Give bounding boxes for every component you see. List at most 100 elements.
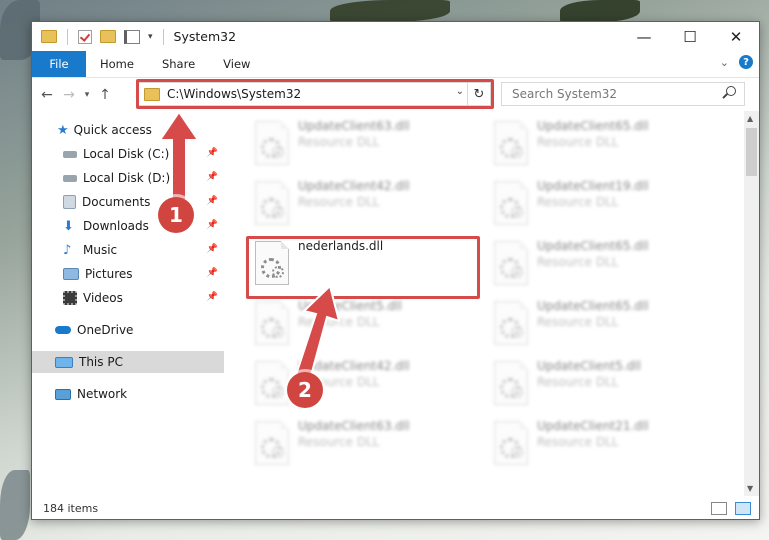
vertical-scrollbar[interactable]: ▲ ▼: [744, 111, 759, 496]
ribbon-tabs: File Home Share View ⌄ ?: [32, 51, 759, 78]
file-name: UpdateClient21.dll: [537, 419, 649, 433]
folder-icon: [41, 30, 57, 43]
sidebar-item-label: This PC: [79, 355, 123, 369]
quick-access-toolbar: ▾: [41, 28, 166, 45]
pictures-icon: [63, 268, 79, 280]
sidebar-item-label: Pictures: [85, 267, 133, 281]
file-item[interactable]: UpdateClient63.dll Resource DLL: [251, 119, 481, 175]
details-view-icon[interactable]: [711, 502, 727, 515]
divider: [67, 28, 68, 45]
pin-icon[interactable]: 📌: [207, 268, 218, 278]
tab-share[interactable]: Share: [148, 51, 209, 77]
file-item[interactable]: UpdateClient19.dll Resource DLL: [490, 179, 720, 235]
step-2-badge: 2: [287, 372, 323, 408]
drive-icon: [63, 174, 77, 182]
file-type: Resource DLL: [537, 435, 619, 449]
downloads-icon: ⬇: [63, 218, 74, 234]
sidebar-item-videos[interactable]: Videos 📌: [32, 287, 224, 309]
sidebar-item-downloads[interactable]: ⬇ Downloads 📌: [32, 215, 224, 237]
documents-icon: [63, 195, 76, 209]
new-folder-icon[interactable]: [100, 30, 116, 43]
file-name: UpdateClient5.dll: [537, 359, 641, 373]
computer-icon: [55, 356, 73, 368]
step-1-badge: 1: [158, 197, 194, 233]
file-item[interactable]: UpdateClient5.dll Resource DLL: [490, 359, 720, 415]
sidebar-item-onedrive[interactable]: OneDrive: [32, 319, 224, 341]
dll-file-icon: [494, 121, 528, 165]
customize-icon[interactable]: [124, 29, 140, 44]
back-arrow-icon[interactable]: ←: [38, 87, 56, 103]
file-type: Resource DLL: [298, 195, 380, 209]
sidebar-item-local-disk-d[interactable]: Local Disk (D:) 📌: [32, 167, 224, 189]
search-icon[interactable]: [726, 86, 736, 96]
file-list: UpdateClient63.dll Resource DLL UpdateCl…: [227, 111, 742, 496]
dll-file-icon: [494, 301, 528, 345]
pin-icon[interactable]: 📌: [207, 196, 218, 206]
chevron-down-icon[interactable]: ▾: [148, 32, 153, 42]
file-item[interactable]: UpdateClient42.dll Resource DLL: [251, 179, 481, 235]
forward-arrow-icon[interactable]: →: [60, 87, 78, 103]
dll-file-icon: [255, 301, 289, 345]
pin-icon[interactable]: 📌: [207, 244, 218, 254]
sidebar-item-this-pc[interactable]: This PC: [32, 351, 224, 373]
sidebar-item-label: Network: [77, 387, 128, 401]
tab-file[interactable]: File: [32, 51, 86, 77]
scrollbar-thumb[interactable]: [746, 128, 757, 176]
file-type: Resource DLL: [537, 195, 619, 209]
drive-icon: [63, 150, 77, 158]
file-name: UpdateClient5.dll: [298, 299, 402, 313]
sidebar-item-label: Local Disk (C:): [83, 147, 170, 161]
pin-icon[interactable]: 📌: [207, 172, 218, 182]
file-item[interactable]: UpdateClient21.dll Resource DLL: [490, 419, 720, 475]
dll-file-icon: [255, 121, 289, 165]
navigation-pane: ★ Quick access Local Disk (C:) 📌 Local D…: [32, 111, 226, 496]
scroll-down-icon[interactable]: ▼: [747, 484, 753, 493]
chevron-down-icon[interactable]: ⌄: [720, 56, 729, 69]
sidebar-item-music[interactable]: ♪ Music 📌: [32, 239, 224, 261]
search-placeholder: Search System32: [512, 87, 618, 101]
file-name: UpdateClient42.dll: [298, 359, 410, 373]
sidebar-item-label: Downloads: [83, 219, 149, 233]
tab-view[interactable]: View: [209, 51, 264, 77]
divider: [162, 28, 164, 45]
title-bar: ▾ System32 — ☐ ✕: [32, 22, 759, 51]
sidebar-item-pictures[interactable]: Pictures 📌: [32, 263, 224, 285]
large-icons-view-icon[interactable]: [735, 502, 751, 515]
videos-icon: [63, 291, 77, 305]
file-item[interactable]: UpdateClient65.dll Resource DLL: [490, 119, 720, 175]
file-item[interactable]: UpdateClient65.dll Resource DLL: [490, 239, 720, 295]
file-item[interactable]: UpdateClient63.dll Resource DLL: [251, 419, 481, 475]
help-button[interactable]: ?: [739, 55, 753, 69]
search-input[interactable]: Search System32: [501, 82, 745, 106]
properties-check-icon[interactable]: [78, 29, 92, 44]
file-name: UpdateClient65.dll: [537, 299, 649, 313]
sidebar-item-label: Videos: [83, 291, 123, 305]
file-name: UpdateClient65.dll: [537, 239, 649, 253]
minimize-button[interactable]: —: [621, 22, 667, 51]
pin-icon[interactable]: 📌: [207, 292, 218, 302]
file-name: UpdateClient42.dll: [298, 179, 410, 193]
file-item[interactable]: UpdateClient5.dll Resource DLL: [251, 299, 481, 355]
sidebar-item-label: Music: [83, 243, 118, 257]
sidebar-item-local-disk-c[interactable]: Local Disk (C:) 📌: [32, 143, 224, 165]
network-icon: [55, 388, 71, 400]
sidebar-item-quick-access[interactable]: ★ Quick access: [32, 119, 224, 141]
recent-locations-icon[interactable]: ▾: [78, 90, 96, 100]
pin-icon[interactable]: 📌: [207, 148, 218, 158]
pin-icon[interactable]: 📌: [207, 220, 218, 230]
dll-file-icon: [494, 181, 528, 225]
tab-home[interactable]: Home: [86, 51, 148, 77]
file-name: UpdateClient19.dll: [537, 179, 649, 193]
ribbon-right-controls: ⌄ ?: [720, 55, 753, 69]
maximize-button[interactable]: ☐: [667, 22, 713, 51]
sidebar-item-network[interactable]: Network: [32, 383, 224, 405]
scroll-up-icon[interactable]: ▲: [747, 114, 753, 123]
file-item[interactable]: UpdateClient42.dll Resource DLL: [251, 359, 481, 415]
sidebar-item-documents[interactable]: Documents 📌: [32, 191, 224, 213]
up-arrow-icon[interactable]: ↑: [96, 87, 114, 103]
file-item[interactable]: UpdateClient65.dll Resource DLL: [490, 299, 720, 355]
close-button[interactable]: ✕: [713, 22, 759, 51]
file-type: Resource DLL: [537, 255, 619, 269]
file-name: UpdateClient65.dll: [537, 119, 649, 133]
file-type: Resource DLL: [298, 435, 380, 449]
